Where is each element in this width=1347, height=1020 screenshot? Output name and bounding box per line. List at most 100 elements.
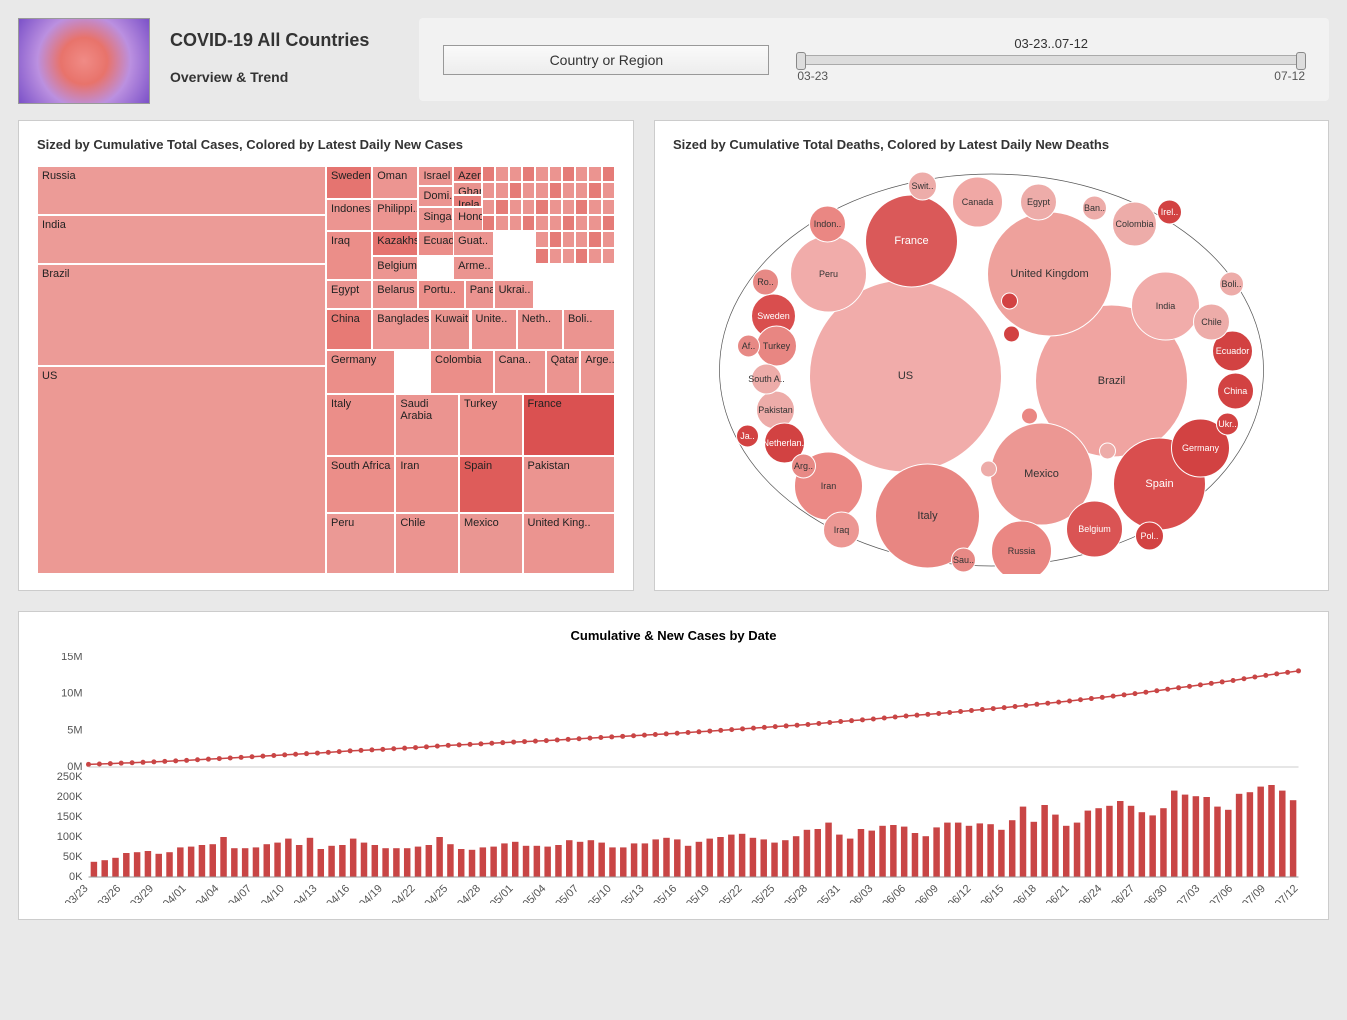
- line-point[interactable]: [293, 752, 298, 757]
- treemap-cell[interactable]: [575, 182, 588, 198]
- bar[interactable]: [1279, 791, 1285, 877]
- line-point[interactable]: [653, 732, 658, 737]
- bar[interactable]: [728, 835, 734, 877]
- line-point[interactable]: [871, 716, 876, 721]
- treemap-cell[interactable]: Turkey: [459, 394, 523, 455]
- line-point[interactable]: [1111, 694, 1116, 699]
- bubble[interactable]: Irel..: [1158, 200, 1182, 224]
- line-point[interactable]: [1220, 679, 1225, 684]
- bar[interactable]: [469, 850, 475, 877]
- bar[interactable]: [609, 847, 615, 877]
- treemap-cell[interactable]: Unite..: [471, 309, 517, 350]
- bar[interactable]: [544, 847, 550, 877]
- treemap-cell[interactable]: [549, 199, 562, 215]
- line-point[interactable]: [686, 730, 691, 735]
- bar[interactable]: [566, 840, 572, 877]
- bar[interactable]: [318, 849, 324, 877]
- treemap-cell[interactable]: Philippi..: [372, 199, 418, 232]
- line-point[interactable]: [566, 737, 571, 742]
- bar[interactable]: [404, 848, 410, 877]
- bar[interactable]: [782, 840, 788, 877]
- bubble[interactable]: China: [1218, 373, 1254, 409]
- bar[interactable]: [1009, 820, 1015, 877]
- bar[interactable]: [210, 844, 216, 877]
- bar[interactable]: [231, 848, 237, 877]
- line-point[interactable]: [380, 747, 385, 752]
- line-point[interactable]: [184, 758, 189, 763]
- line-point[interactable]: [882, 715, 887, 720]
- line-point[interactable]: [315, 751, 320, 756]
- bubble[interactable]: South A..: [748, 364, 785, 394]
- bar[interactable]: [1257, 787, 1263, 877]
- line-point[interactable]: [478, 741, 483, 746]
- bar[interactable]: [91, 862, 97, 877]
- bar[interactable]: [458, 849, 464, 877]
- line-point[interactable]: [947, 710, 952, 715]
- bar[interactable]: [166, 852, 172, 877]
- treemap-cell[interactable]: [562, 182, 575, 198]
- line-point[interactable]: [587, 736, 592, 741]
- line-point[interactable]: [271, 753, 276, 758]
- treemap-cell[interactable]: [575, 248, 588, 264]
- treemap-cell[interactable]: Spain: [459, 456, 523, 513]
- bar[interactable]: [1236, 794, 1242, 877]
- bar[interactable]: [1182, 795, 1188, 877]
- line-point[interactable]: [598, 735, 603, 740]
- line-point[interactable]: [827, 720, 832, 725]
- line-point[interactable]: [1231, 678, 1236, 683]
- treemap-cell[interactable]: Pakistan: [523, 456, 615, 513]
- line-point[interactable]: [544, 738, 549, 743]
- treemap-cell[interactable]: Italy: [326, 394, 395, 455]
- treemap-cell[interactable]: [509, 166, 522, 182]
- treemap-cell[interactable]: Bangladesh: [372, 309, 430, 350]
- date-slider[interactable]: 03-23..07-12 03-23 07-12: [797, 36, 1305, 83]
- bar[interactable]: [977, 823, 983, 877]
- treemap-cell[interactable]: Egypt: [326, 280, 372, 309]
- line-point[interactable]: [1056, 700, 1061, 705]
- bubble[interactable]: Ro..: [753, 269, 779, 295]
- line-point[interactable]: [1023, 703, 1028, 708]
- line-point[interactable]: [914, 713, 919, 718]
- treemap-cell[interactable]: Oman: [372, 166, 418, 199]
- bubble[interactable]: Arg..: [792, 454, 816, 478]
- treemap-cell[interactable]: [535, 231, 548, 247]
- treemap-cell[interactable]: [495, 215, 508, 231]
- bar[interactable]: [717, 837, 723, 877]
- line-point[interactable]: [969, 708, 974, 713]
- bar[interactable]: [296, 845, 302, 877]
- line-point[interactable]: [838, 719, 843, 724]
- bar[interactable]: [923, 836, 929, 877]
- line-point[interactable]: [860, 717, 865, 722]
- line-point[interactable]: [1296, 668, 1301, 673]
- bar[interactable]: [1128, 806, 1134, 877]
- treemap-cell[interactable]: [562, 248, 575, 264]
- treemap-cell[interactable]: [602, 199, 615, 215]
- bar[interactable]: [1117, 801, 1123, 877]
- bar[interactable]: [858, 829, 864, 877]
- treemap-cell[interactable]: China: [326, 309, 372, 350]
- bar[interactable]: [101, 860, 107, 877]
- line-point[interactable]: [740, 726, 745, 731]
- line-point[interactable]: [97, 762, 102, 767]
- line-point[interactable]: [119, 761, 124, 766]
- line-point[interactable]: [359, 748, 364, 753]
- line-point[interactable]: [337, 749, 342, 754]
- treemap-cell[interactable]: [562, 231, 575, 247]
- treemap-cell[interactable]: [495, 182, 508, 198]
- treemap-cell[interactable]: [522, 182, 535, 198]
- bubble-chart[interactable]: USBrazilUnited KingdomFranceItalyMexicoS…: [673, 166, 1310, 574]
- line-point[interactable]: [468, 742, 473, 747]
- treemap-cell[interactable]: [588, 248, 601, 264]
- treemap-cell[interactable]: [535, 215, 548, 231]
- bar[interactable]: [771, 843, 777, 877]
- line-point[interactable]: [162, 759, 167, 764]
- bar[interactable]: [674, 839, 680, 877]
- line-point[interactable]: [816, 721, 821, 726]
- treemap-cell[interactable]: [602, 182, 615, 198]
- bar[interactable]: [933, 827, 939, 877]
- treemap-cell[interactable]: [602, 166, 615, 182]
- line-point[interactable]: [413, 745, 418, 750]
- bar[interactable]: [847, 839, 853, 877]
- bubble[interactable]: Chile: [1194, 304, 1230, 340]
- treemap-cell[interactable]: [482, 182, 495, 198]
